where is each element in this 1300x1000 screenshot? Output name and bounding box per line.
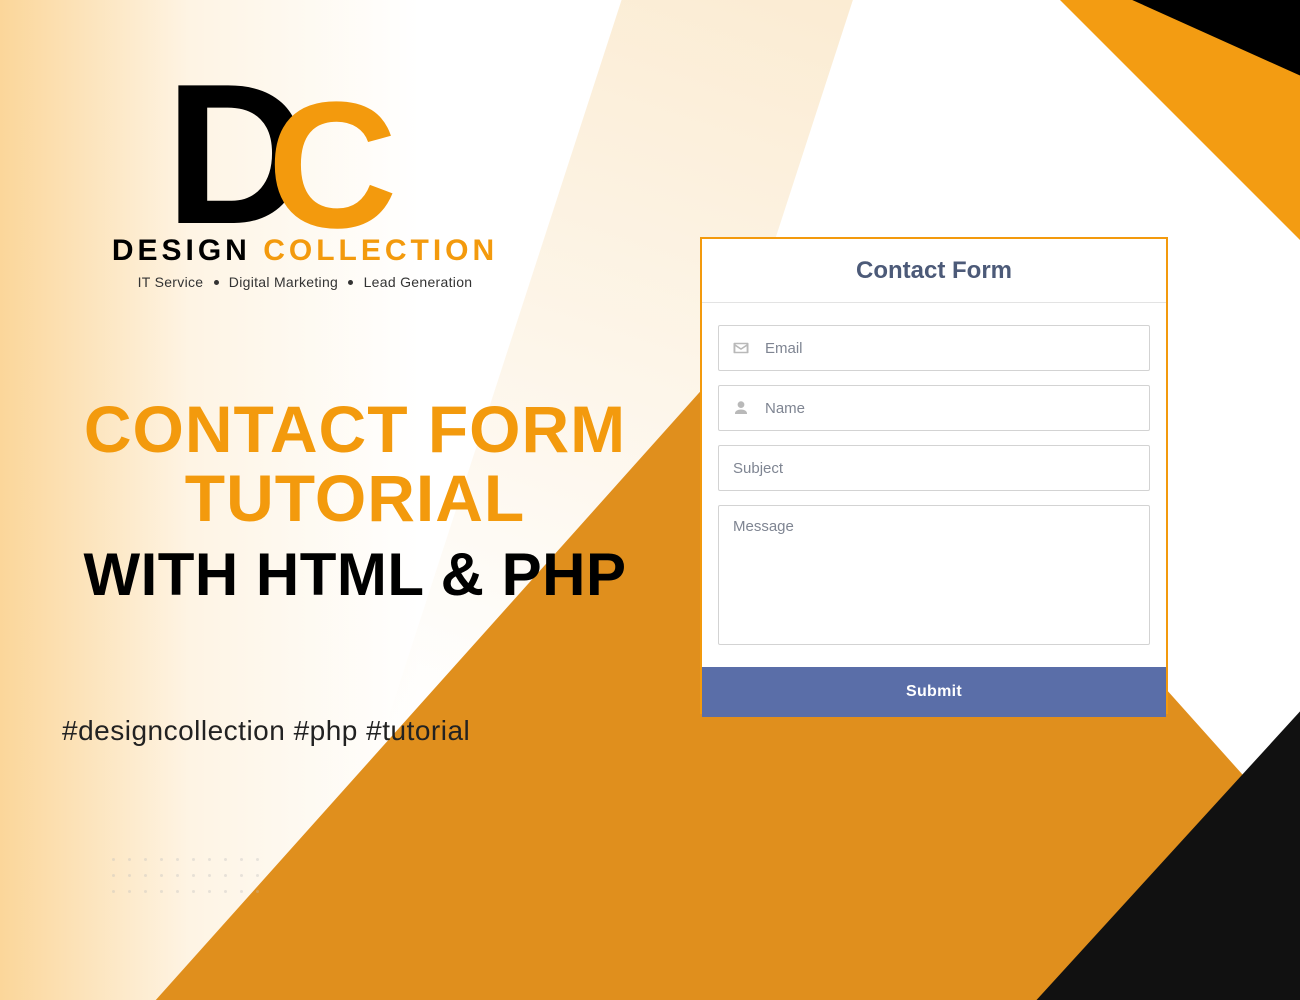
brand-mark: DC xyxy=(165,55,505,220)
brand-logo: DC DESIGN COLLECTION IT Service Digital … xyxy=(105,55,505,290)
submit-label: Submit xyxy=(906,683,962,701)
panel-body: Email Name Subject Message Submit xyxy=(702,303,1166,717)
corner-black xyxy=(1110,0,1300,80)
mail-icon xyxy=(731,338,751,358)
brand-subline: IT Service Digital Marketing Lead Genera… xyxy=(105,274,505,290)
subject-field[interactable]: Subject xyxy=(718,445,1150,491)
headline-line3: WITH HTML & PHP xyxy=(50,540,660,609)
name-placeholder: Name xyxy=(765,400,805,417)
submit-button[interactable]: Submit xyxy=(702,667,1166,717)
panel-title: Contact Form xyxy=(856,257,1012,285)
headline-line2: TUTORIAL xyxy=(50,464,660,533)
brand-sub-b: Digital Marketing xyxy=(229,274,338,290)
brand-sub-a: IT Service xyxy=(138,274,204,290)
dot-icon xyxy=(348,280,353,285)
contact-form-panel: Contact Form Email Name Subject Message xyxy=(700,237,1168,714)
email-placeholder: Email xyxy=(765,340,803,357)
stage: DC DESIGN COLLECTION IT Service Digital … xyxy=(0,0,1300,1000)
brand-sub-c: Lead Generation xyxy=(364,274,473,290)
headline: CONTACT FORM TUTORIAL WITH HTML & PHP xyxy=(50,395,660,609)
panel-header: Contact Form xyxy=(702,239,1166,303)
headline-line1: CONTACT FORM xyxy=(50,395,660,464)
dot-pattern xyxy=(112,858,264,898)
message-placeholder: Message xyxy=(733,518,794,535)
subject-placeholder: Subject xyxy=(733,460,783,477)
name-field[interactable]: Name xyxy=(718,385,1150,431)
message-field[interactable]: Message xyxy=(718,505,1150,645)
hashtags: #designcollection #php #tutorial xyxy=(62,715,470,747)
email-field[interactable]: Email xyxy=(718,325,1150,371)
user-icon xyxy=(731,398,751,418)
brand-mark-c: C xyxy=(267,76,397,256)
dot-icon xyxy=(214,280,219,285)
